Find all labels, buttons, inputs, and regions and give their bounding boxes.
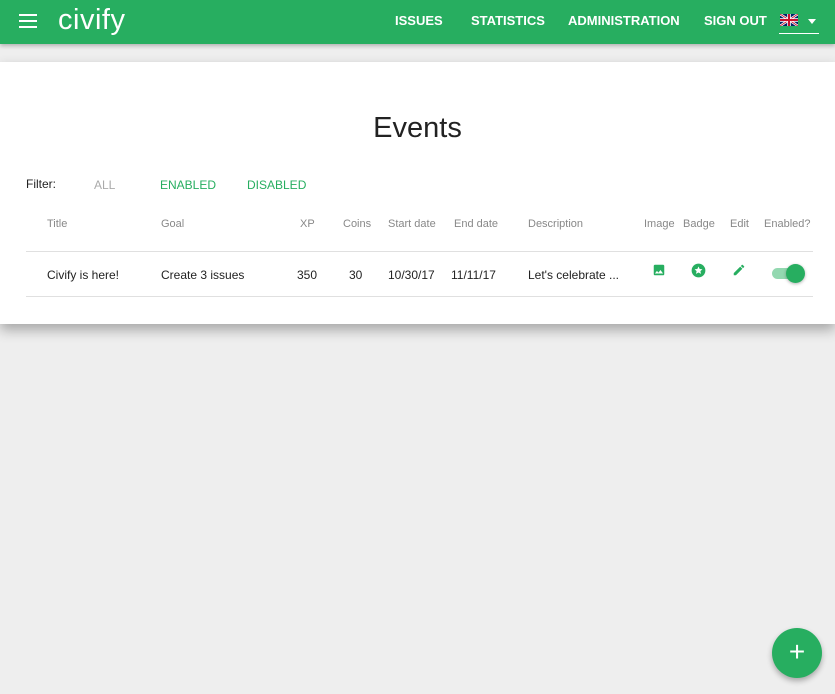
nav-issues[interactable]: ISSUES bbox=[395, 13, 443, 28]
cell-coins: 30 bbox=[349, 268, 363, 282]
badge-star-icon[interactable] bbox=[691, 263, 706, 278]
top-app-bar: civify ISSUES STATISTICS ADMINISTRATION … bbox=[0, 0, 835, 44]
col-title[interactable]: Title bbox=[47, 218, 67, 230]
col-xp[interactable]: XP bbox=[300, 218, 315, 230]
events-card: Events Filter: ALL ENABLED DISABLED Titl… bbox=[0, 62, 835, 324]
col-start-date[interactable]: Start date bbox=[388, 218, 436, 230]
nav-sign-out[interactable]: SIGN OUT bbox=[704, 13, 767, 28]
edit-pencil-icon[interactable] bbox=[732, 263, 746, 277]
col-enabled: Enabled? bbox=[764, 218, 811, 230]
cell-description: Let's celebrate ... bbox=[528, 268, 620, 282]
col-image: Image bbox=[644, 218, 675, 230]
language-select[interactable] bbox=[779, 14, 819, 34]
nav-administration[interactable]: ADMINISTRATION bbox=[568, 13, 680, 28]
chevron-down-icon bbox=[808, 19, 816, 24]
hamburger-menu-icon[interactable] bbox=[19, 14, 37, 28]
col-end-date[interactable]: End date bbox=[454, 218, 498, 230]
col-edit: Edit bbox=[730, 218, 749, 230]
col-goal[interactable]: Goal bbox=[161, 218, 184, 230]
cell-xp: 350 bbox=[297, 268, 318, 282]
enabled-toggle[interactable] bbox=[772, 264, 806, 283]
add-event-button[interactable]: + bbox=[772, 628, 822, 678]
divider bbox=[26, 251, 813, 252]
filter-enabled[interactable]: ENABLED bbox=[160, 178, 216, 192]
cell-goal: Create 3 issues bbox=[161, 268, 245, 282]
col-description[interactable]: Description bbox=[528, 218, 583, 230]
cell-start-date: 10/30/17 bbox=[388, 268, 435, 282]
uk-flag-icon bbox=[780, 14, 798, 26]
cell-end-date: 11/11/17 bbox=[451, 268, 496, 282]
col-badge: Badge bbox=[683, 218, 715, 230]
cell-title: Civify is here! bbox=[47, 268, 120, 282]
filter-label: Filter: bbox=[26, 177, 56, 191]
divider bbox=[26, 296, 813, 297]
nav-statistics[interactable]: STATISTICS bbox=[471, 13, 545, 28]
page-title: Events bbox=[373, 112, 462, 144]
col-coins[interactable]: Coins bbox=[343, 218, 371, 230]
app-logo[interactable]: civify bbox=[58, 4, 125, 37]
filter-all[interactable]: ALL bbox=[94, 178, 115, 192]
image-icon[interactable] bbox=[652, 263, 666, 277]
filter-disabled[interactable]: DISABLED bbox=[247, 178, 306, 192]
